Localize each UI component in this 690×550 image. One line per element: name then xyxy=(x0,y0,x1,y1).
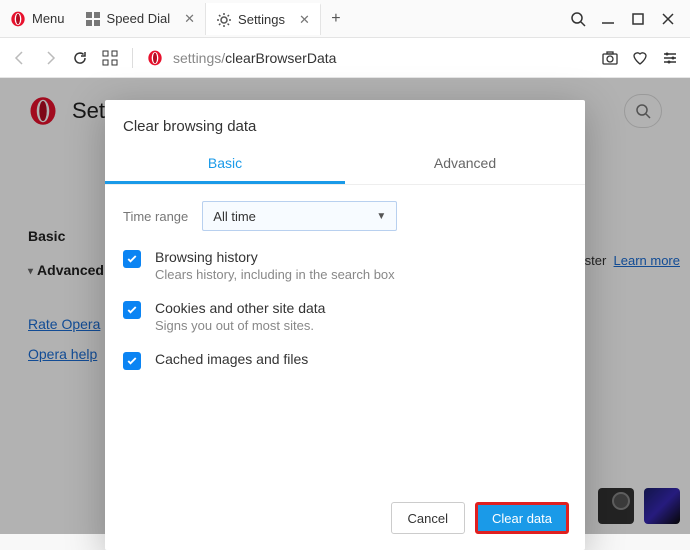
checkbox-browsing-history[interactable] xyxy=(123,250,141,268)
time-range-label: Time range xyxy=(123,209,188,224)
close-icon[interactable]: ✕ xyxy=(299,12,310,28)
time-range-value: All time xyxy=(213,209,256,224)
tab-label: Speed Dial xyxy=(107,11,171,26)
forward-icon[interactable] xyxy=(42,50,58,66)
menu-button[interactable]: Menu xyxy=(0,0,75,37)
option-title: Cookies and other site data xyxy=(155,300,325,316)
opera-logo-icon xyxy=(10,11,26,27)
clear-browsing-data-dialog: Clear browsing data Basic Advanced Time … xyxy=(105,100,585,550)
option-subtitle: Signs you out of most sites. xyxy=(155,318,325,333)
url-field[interactable]: settings/clearBrowserData xyxy=(147,50,588,66)
tab-basic[interactable]: Basic xyxy=(105,145,345,184)
tab-strip: Speed Dial ✕ Settings ✕ + xyxy=(75,0,556,37)
addrbar-right-icons xyxy=(602,50,678,66)
opera-logo-icon xyxy=(147,50,163,66)
tab-speed-dial[interactable]: Speed Dial ✕ xyxy=(75,3,207,35)
time-range-select[interactable]: All time ▼ xyxy=(202,201,397,231)
check-icon xyxy=(126,304,138,316)
checkbox-cache[interactable] xyxy=(123,352,141,370)
close-icon[interactable]: ✕ xyxy=(184,11,195,27)
titlebar: Menu Speed Dial ✕ Settings ✕ + xyxy=(0,0,690,38)
check-icon xyxy=(126,355,138,367)
chevron-down-icon: ▼ xyxy=(376,211,386,222)
search-icon[interactable] xyxy=(570,11,586,27)
gear-icon xyxy=(216,12,232,28)
address-bar: settings/clearBrowserData xyxy=(0,38,690,78)
maximize-icon[interactable] xyxy=(630,11,646,27)
easy-setup-icon[interactable] xyxy=(662,50,678,66)
option-title: Browsing history xyxy=(155,249,395,265)
tab-label: Settings xyxy=(238,12,285,27)
minimize-icon[interactable] xyxy=(600,11,616,27)
cancel-button[interactable]: Cancel xyxy=(391,502,465,534)
clear-data-button[interactable]: Clear data xyxy=(475,502,569,534)
grid-icon xyxy=(85,11,101,27)
url-prefix: settings xyxy=(173,50,221,66)
close-icon[interactable] xyxy=(660,11,676,27)
tab-advanced[interactable]: Advanced xyxy=(345,145,585,184)
tab-settings[interactable]: Settings ✕ xyxy=(206,3,321,35)
menu-label: Menu xyxy=(32,11,65,26)
reload-icon[interactable] xyxy=(72,50,88,66)
checkbox-cookies[interactable] xyxy=(123,301,141,319)
speed-dial-icon[interactable] xyxy=(102,50,118,66)
dialog-title: Clear browsing data xyxy=(105,100,585,145)
snapshot-icon[interactable] xyxy=(602,50,618,66)
back-icon[interactable] xyxy=(12,50,28,66)
separator xyxy=(132,48,133,68)
heart-icon[interactable] xyxy=(632,50,648,66)
url-path: clearBrowserData xyxy=(225,50,336,66)
option-title: Cached images and files xyxy=(155,351,308,367)
window-controls xyxy=(556,11,690,27)
dialog-tabs: Basic Advanced xyxy=(105,145,585,185)
nav-buttons xyxy=(12,50,118,66)
option-subtitle: Clears history, including in the search … xyxy=(155,267,395,282)
check-icon xyxy=(126,253,138,265)
new-tab-button[interactable]: + xyxy=(321,10,351,28)
